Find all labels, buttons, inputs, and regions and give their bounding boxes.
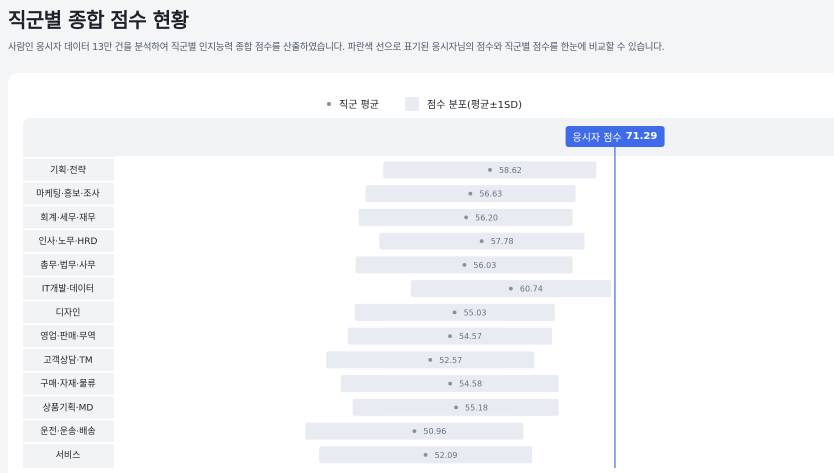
category-label: IT개발·데이터 (42, 284, 94, 295)
mean-dot (488, 167, 492, 172)
category-label: 디자인 (56, 307, 81, 318)
applicant-score-value: 71.29 (625, 131, 658, 142)
category-label: 구매·자재·물류 (40, 379, 95, 390)
mean-value-label: 57.78 (491, 237, 514, 246)
mean-value-label: 55.18 (465, 403, 488, 412)
mean-value-label: 58.62 (499, 166, 522, 175)
mean-dot (479, 239, 484, 244)
category-label: 영업·판매·무역 (40, 331, 95, 342)
mean-dot (454, 405, 458, 410)
category-label: 마케팅·홍보·조사 (36, 188, 100, 200)
mean-dot (428, 357, 433, 362)
category-label: 서비스 (56, 450, 81, 461)
mean-value-label: 52.09 (435, 451, 458, 460)
mean-dot (462, 262, 467, 267)
mean-dot (448, 334, 452, 339)
category-label: 운전·운송·배송 (40, 426, 95, 437)
category-label: 인사·노무·HRD (39, 236, 98, 247)
range-bar-chart: 기획·전략 58.62 마케팅·홍보·조사 56.63 회계·세무·재무 56.20 인사·… (23, 147, 616, 468)
mean-value-label: 56.20 (475, 213, 498, 222)
category-label: 회계·세무·재무 (40, 211, 95, 223)
mean-dot (508, 286, 513, 291)
mean-value-label: 55.03 (464, 308, 487, 317)
mean-dot (448, 381, 453, 386)
mean-value-label: 52.57 (439, 356, 462, 365)
mean-value-label: 54.57 (459, 332, 482, 341)
category-label: 기획·전략 (50, 164, 86, 176)
mean-dot (464, 215, 469, 220)
mean-value-label: 56.63 (479, 190, 502, 199)
mean-dot (452, 310, 457, 315)
mean-value-label: 50.96 (423, 427, 446, 436)
applicant-score-label: 응시자 점수 (572, 133, 622, 144)
category-label: 고객상담·TM (43, 354, 92, 366)
mean-dot (423, 452, 428, 457)
mean-dot (468, 191, 473, 196)
mean-value-label: 54.58 (459, 380, 482, 389)
category-label: 상품기획·MD (43, 401, 94, 413)
applicant-score-badge: 응시자 점수 71.29 (565, 126, 665, 147)
mean-value-label: 60.74 (520, 285, 543, 294)
mean-value-label: 56.03 (473, 261, 496, 270)
mean-dot (412, 429, 417, 434)
category-label: 총무·법무·사무 (40, 260, 95, 271)
